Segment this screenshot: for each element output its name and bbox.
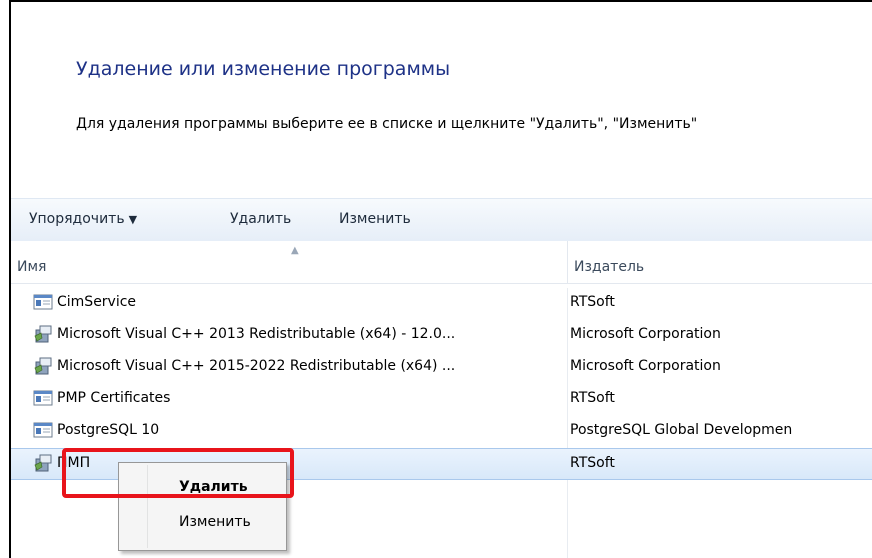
- organize-button[interactable]: Упорядочить ▼: [29, 211, 137, 227]
- program-name: PostgreSQL 10: [57, 422, 160, 438]
- program-publisher: RTSoft: [570, 390, 615, 406]
- sort-ascending-icon: ▲: [291, 245, 299, 256]
- list-header: ▲ Имя Издатель: [11, 241, 872, 284]
- program-row[interactable]: Microsoft Visual C++ 2013 Redistributabl…: [11, 320, 872, 352]
- application-icon: [33, 294, 53, 310]
- program-publisher: Microsoft Corporation: [570, 358, 721, 374]
- installer-icon: [34, 357, 52, 375]
- column-header-name[interactable]: ▲ Имя: [11, 241, 568, 283]
- context-menu-change[interactable]: Изменить: [179, 514, 251, 530]
- column-header-publisher[interactable]: Издатель: [568, 241, 872, 283]
- program-name: Microsoft Visual C++ 2015-2022 Redistrib…: [57, 358, 456, 374]
- program-publisher: RTSoft: [570, 455, 615, 471]
- application-icon: [33, 422, 53, 438]
- window-border-top: [9, 0, 872, 2]
- installer-icon: [34, 454, 52, 472]
- page-instructions: Для удаления программы выберите ее в спи…: [76, 116, 698, 132]
- program-row[interactable]: PMP Certificates RTSoft: [11, 384, 872, 416]
- program-row[interactable]: Microsoft Visual C++ 2015-2022 Redistrib…: [11, 352, 872, 384]
- annotation-highlight: [62, 448, 294, 498]
- application-icon: [33, 390, 53, 406]
- program-row[interactable]: PostgreSQL 10 PostgreSQL Global Developm…: [11, 416, 872, 448]
- column-header-publisher-label: Издатель: [574, 259, 645, 275]
- organize-label: Упорядочить: [29, 211, 125, 227]
- program-name: CimService: [57, 294, 137, 310]
- page-title: Удаление или изменение программы: [76, 58, 451, 80]
- program-name: Microsoft Visual C++ 2013 Redistributabl…: [57, 326, 456, 342]
- dropdown-arrow-icon: ▼: [128, 213, 138, 226]
- uninstall-toolbar-button[interactable]: Удалить: [230, 211, 291, 227]
- command-toolbar: Упорядочить ▼ Удалить Изменить: [11, 198, 872, 242]
- change-toolbar-button[interactable]: Изменить: [339, 211, 411, 227]
- program-publisher: RTSoft: [570, 294, 615, 310]
- program-publisher: PostgreSQL Global Developmen: [570, 422, 793, 438]
- program-publisher: Microsoft Corporation: [570, 326, 721, 342]
- installer-icon: [34, 325, 52, 343]
- program-name: PMP Certificates: [57, 390, 171, 406]
- program-row[interactable]: CimService RTSoft: [11, 288, 872, 320]
- column-header-name-label: Имя: [17, 259, 47, 275]
